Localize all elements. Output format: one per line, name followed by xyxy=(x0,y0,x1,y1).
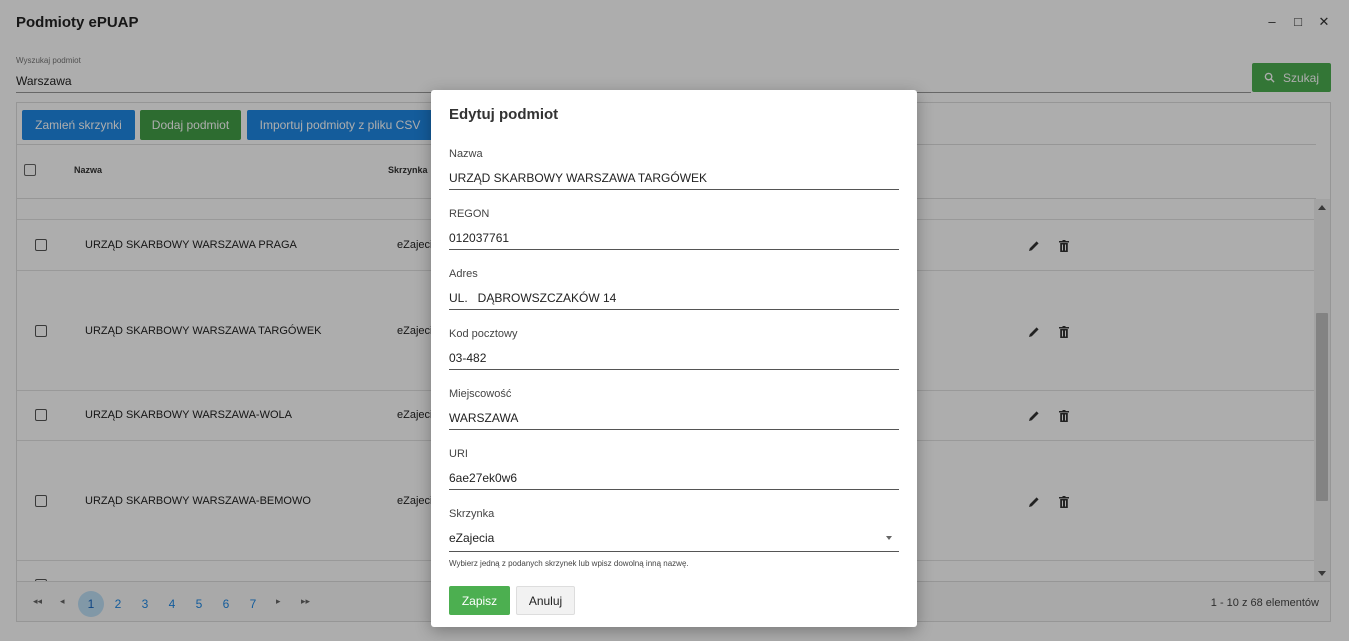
uri-field[interactable] xyxy=(449,466,899,490)
edit-entity-dialog: Edytuj podmiot Nazwa REGON Adres Kod poc… xyxy=(431,90,917,627)
mailbox-hint: Wybierz jedną z podanych skrzynek lub wp… xyxy=(449,559,689,568)
name-label: Nazwa xyxy=(449,148,483,160)
address-field[interactable] xyxy=(449,286,899,310)
regon-label: REGON xyxy=(449,208,490,220)
name-field[interactable] xyxy=(449,166,899,190)
city-field[interactable] xyxy=(449,406,899,430)
dialog-title: Edytuj podmiot xyxy=(449,106,559,123)
regon-field[interactable] xyxy=(449,226,899,250)
city-label: Miejscowość xyxy=(449,388,512,400)
address-label: Adres xyxy=(449,268,478,280)
mailbox-label: Skrzynka xyxy=(449,508,495,520)
cancel-button[interactable]: Anuluj xyxy=(516,586,575,615)
dropdown-arrow-icon[interactable] xyxy=(886,536,892,540)
postal-code-label: Kod pocztowy xyxy=(449,328,518,340)
postal-code-field[interactable] xyxy=(449,346,899,370)
save-button[interactable]: Zapisz xyxy=(449,586,510,615)
mailbox-select-value: eZajecia xyxy=(449,531,495,545)
mailbox-select[interactable]: eZajecia xyxy=(449,526,899,552)
uri-label: URI xyxy=(449,448,468,460)
